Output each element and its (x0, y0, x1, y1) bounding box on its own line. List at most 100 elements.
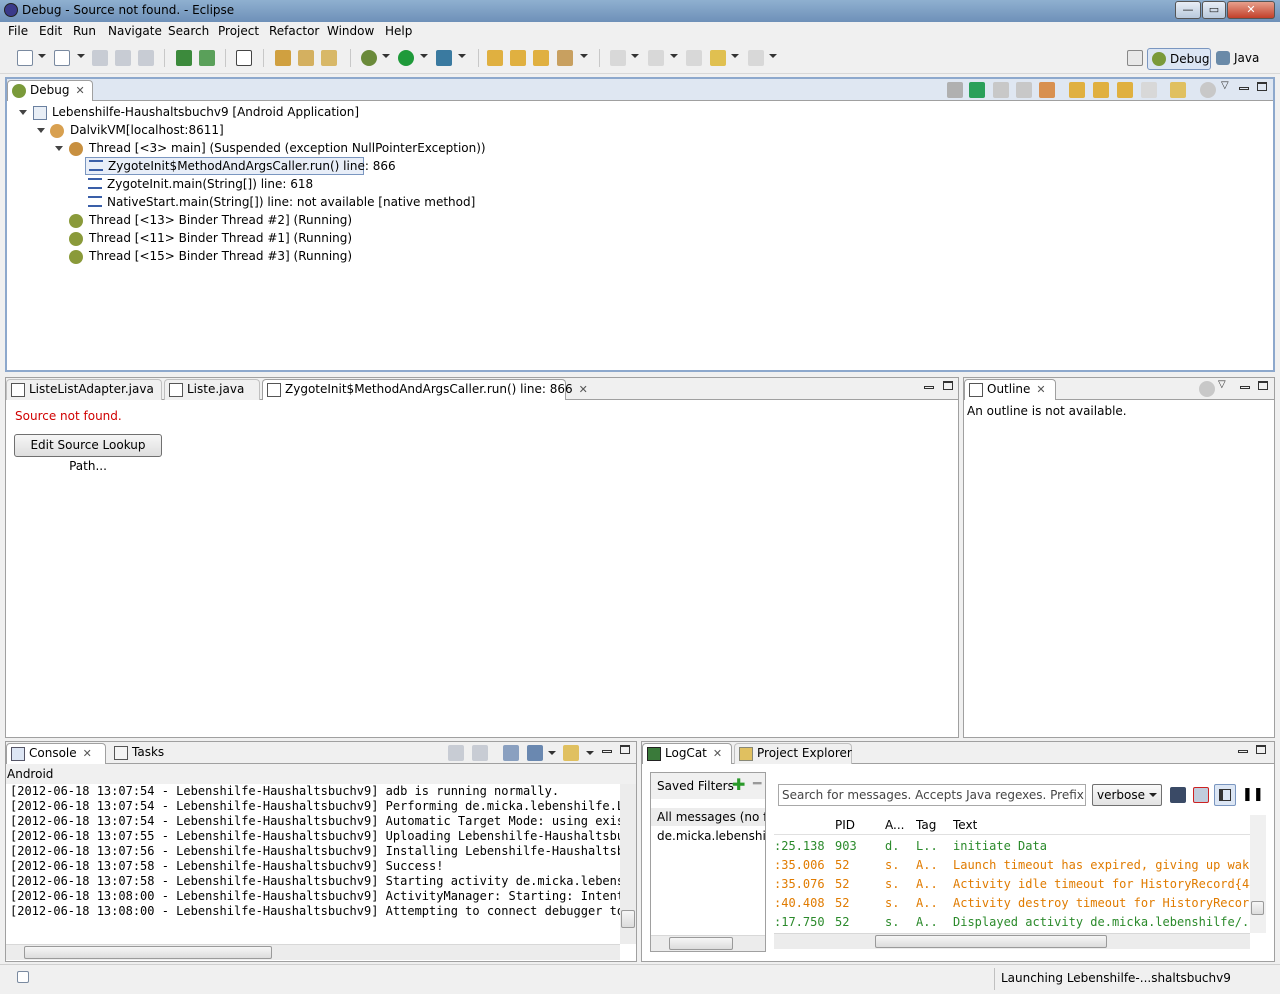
resume-icon[interactable] (969, 82, 985, 98)
expand-icon[interactable] (55, 146, 63, 151)
drop-to-frame-icon[interactable] (1141, 82, 1157, 98)
step-into-icon[interactable] (1069, 82, 1085, 98)
tab-debug[interactable]: Debug ✕ (7, 80, 93, 101)
expand-icon[interactable] (37, 128, 45, 133)
maximize-view-icon[interactable] (1257, 82, 1267, 91)
save-icon[interactable] (92, 50, 108, 66)
next-annotation-icon[interactable] (610, 50, 626, 66)
scrollbar-thumb[interactable] (24, 946, 272, 959)
filter-app[interactable]: de.micka.lebenshilf (651, 827, 765, 845)
menu-help[interactable]: Help (385, 24, 412, 38)
last-edit-icon[interactable] (686, 50, 702, 66)
chevron-down-icon[interactable] (38, 54, 46, 58)
tab-logcat[interactable]: LogCat ✕ (642, 743, 732, 764)
column-application[interactable]: A... (885, 818, 904, 832)
maximize-button[interactable]: ▭ (1202, 1, 1226, 19)
column-tag[interactable]: Tag (916, 818, 936, 832)
tab-tasks[interactable]: Tasks (110, 743, 172, 764)
open-folder-icon[interactable] (533, 50, 549, 66)
close-icon[interactable]: ✕ (713, 747, 722, 760)
new-junit-icon[interactable] (298, 50, 314, 66)
minimize-view-icon[interactable] (1238, 750, 1248, 753)
logcat-row[interactable]: :35.076 52 s. A.. Activity idle timeout for … (774, 875, 1250, 894)
logcat-row[interactable]: :35.006 52 s. A.. Launch timeout has expired… (774, 856, 1250, 875)
new-xml-icon[interactable] (321, 50, 337, 66)
maximize-view-icon[interactable] (1258, 381, 1268, 390)
logcat-vertical-scrollbar[interactable] (1250, 815, 1266, 933)
maximize-view-icon[interactable] (1256, 745, 1266, 754)
chevron-down-icon[interactable]: ▽ (1218, 379, 1226, 390)
disconnect-icon[interactable] (1039, 82, 1055, 98)
logcat-search-input[interactable]: Search for messages. Accepts Java regexe… (778, 784, 1086, 806)
forward-arrow-icon[interactable] (748, 50, 764, 66)
menu-navigate[interactable]: Navigate (108, 24, 162, 38)
pause-icon[interactable]: ❚❚ (1242, 787, 1264, 802)
clear-log-icon[interactable] (1193, 787, 1209, 803)
back-arrow-icon[interactable] (710, 50, 726, 66)
logcat-horizontal-scrollbar[interactable] (774, 933, 1250, 949)
logcat-row[interactable]: :40.408 52 s. A.. Activity destroy timeout f… (774, 894, 1250, 913)
external-tools-icon[interactable] (436, 50, 452, 66)
maximize-view-icon[interactable] (943, 381, 953, 390)
step-over-icon[interactable] (1093, 82, 1109, 98)
use-step-filters-icon[interactable] (1170, 82, 1186, 98)
logcat-row[interactable]: :17.750 52 s. A.. Displayed activity de.mick… (774, 913, 1250, 932)
scrollbar-thumb[interactable] (669, 937, 733, 950)
remove-terminated-icon[interactable] (947, 82, 963, 98)
tab-zygoteinit[interactable]: ZygoteInit$MethodAndArgsCaller.run() lin… (262, 379, 588, 400)
step-return-icon[interactable] (1117, 82, 1133, 98)
chevron-down-icon[interactable] (631, 54, 639, 58)
previous-annotation-icon[interactable] (648, 50, 664, 66)
scrollbar-thumb[interactable] (1251, 901, 1264, 915)
new-android-project-icon[interactable] (275, 50, 291, 66)
save-log-icon[interactable] (1170, 787, 1186, 803)
pin-console-icon[interactable] (503, 745, 519, 761)
minimize-view-icon[interactable] (1239, 87, 1249, 90)
open-console-icon[interactable] (563, 745, 579, 761)
toggle-filters-button[interactable] (1214, 784, 1236, 806)
chevron-down-icon[interactable] (77, 54, 85, 58)
logcat-row[interactable]: :25.138 903 d. L.. initiate Data (774, 837, 1250, 856)
chevron-down-icon[interactable] (586, 751, 594, 755)
chevron-down-icon[interactable]: ▽ (1221, 80, 1229, 91)
android-sdk-icon[interactable] (176, 50, 192, 66)
edit-source-lookup-button[interactable]: Edit Source Lookup Path... (14, 434, 162, 473)
chevron-down-icon[interactable] (670, 54, 678, 58)
menu-edit[interactable]: Edit (39, 24, 62, 38)
column-text[interactable]: Text (953, 818, 977, 832)
column-pid[interactable]: PID (835, 818, 855, 832)
minimize-button[interactable]: — (1175, 1, 1201, 19)
debug-icon[interactable] (361, 50, 377, 66)
maximize-view-icon[interactable] (620, 745, 630, 754)
view-menu-icon[interactable] (1200, 82, 1216, 98)
chevron-down-icon[interactable] (420, 54, 428, 58)
tab-listelistadapter[interactable]: ListeListAdapter.java (6, 379, 162, 400)
tab-outline[interactable]: Outline ✕ (964, 379, 1056, 400)
view-menu-icon[interactable] (1199, 381, 1215, 397)
print-icon[interactable] (138, 50, 154, 66)
minimize-view-icon[interactable] (602, 750, 612, 753)
logcat-table[interactable]: PID A... Tag Text :25.138 903 d. L.. initiat… (774, 815, 1250, 933)
scrollbar-thumb[interactable] (621, 910, 635, 928)
perspective-java[interactable]: Java (1214, 48, 1264, 70)
close-icon[interactable]: ✕ (579, 383, 588, 396)
terminate-icon[interactable] (1016, 82, 1032, 98)
add-filter-icon[interactable]: ✚ (732, 775, 745, 794)
avd-manager-icon[interactable] (199, 50, 215, 66)
open-type-icon[interactable] (487, 50, 503, 66)
tab-liste[interactable]: Liste.java (164, 379, 260, 400)
filter-all-messages[interactable]: All messages (no fil (651, 808, 765, 826)
minimize-view-icon[interactable] (924, 386, 934, 389)
new-icon[interactable] (17, 50, 33, 66)
chevron-down-icon[interactable] (731, 54, 739, 58)
open-task-icon[interactable] (510, 50, 526, 66)
close-icon[interactable]: ✕ (83, 747, 92, 760)
chevron-down-icon[interactable] (769, 54, 777, 58)
clear-console-icon[interactable] (448, 745, 464, 761)
open-perspective-icon[interactable] (1127, 50, 1143, 66)
perspective-debug[interactable]: Debug (1147, 48, 1211, 70)
chevron-down-icon[interactable] (458, 54, 466, 58)
console-horizontal-scrollbar[interactable] (6, 944, 620, 960)
log-level-select[interactable]: verbose (1092, 784, 1162, 806)
remove-filter-icon[interactable]: ━ (753, 776, 761, 792)
